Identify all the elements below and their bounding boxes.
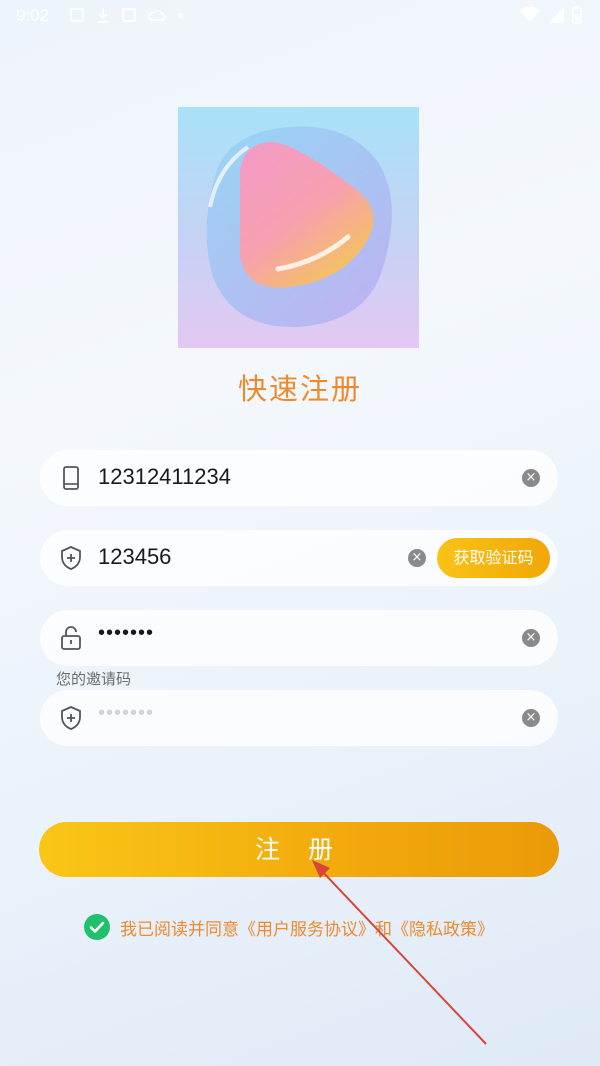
annotation-arrow-icon [312,860,487,1045]
